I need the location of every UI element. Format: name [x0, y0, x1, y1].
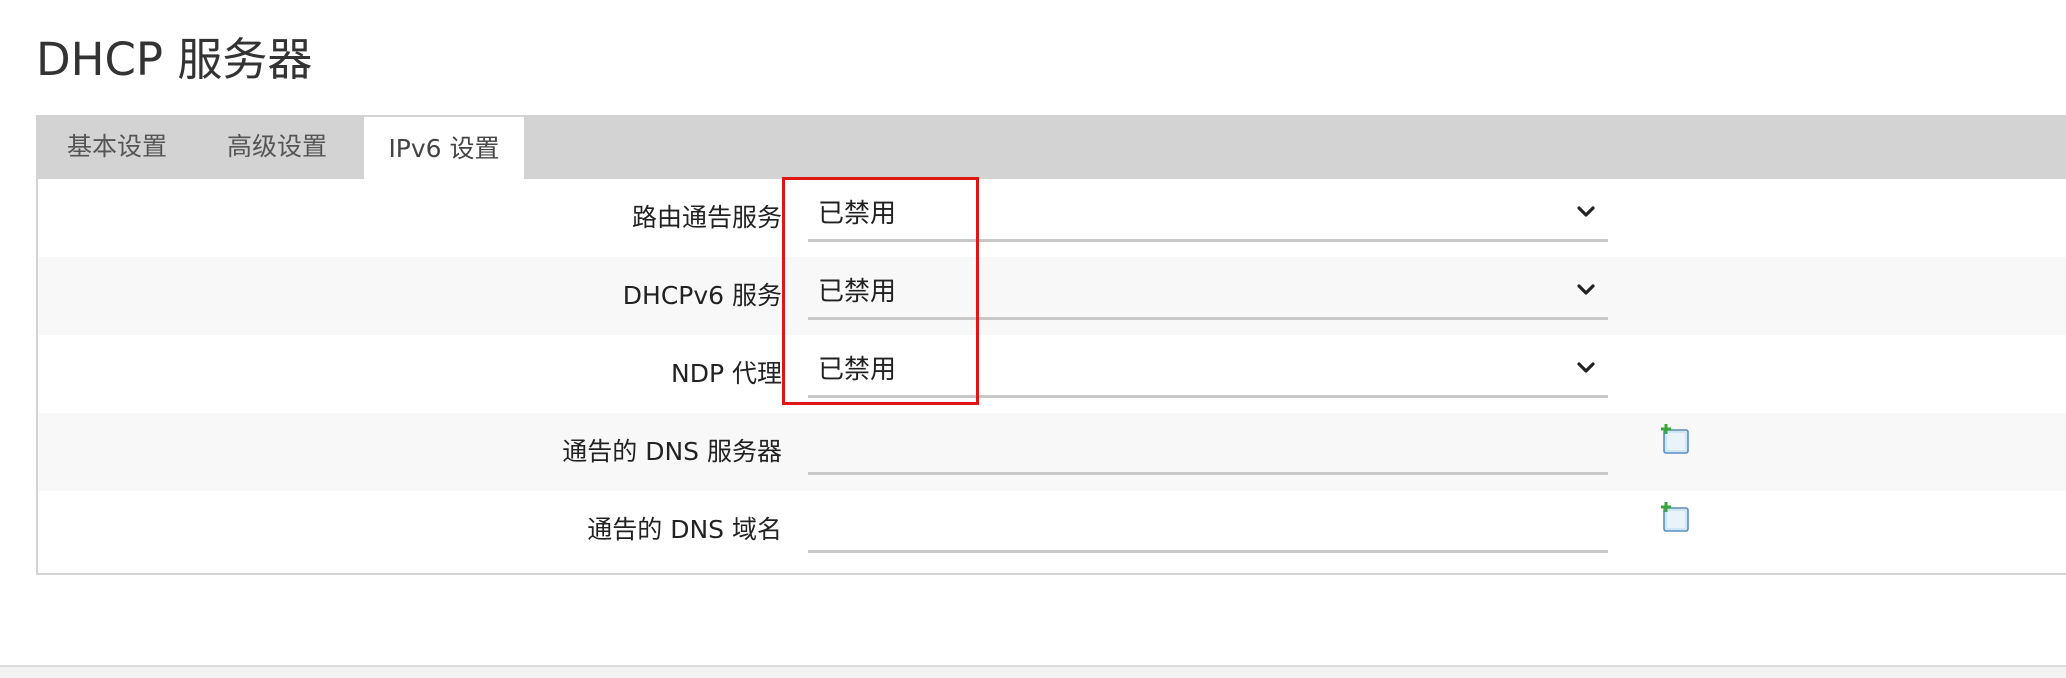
page-title: DHCP 服务器	[36, 33, 313, 86]
router-advertisement-value: 已禁用	[818, 199, 897, 229]
tab-advanced-settings[interactable]: 高级设置	[196, 115, 358, 179]
announced-dns-servers-input[interactable]	[808, 423, 1608, 475]
setting-row-router-advertisement: 路由通告服务 已禁用	[38, 179, 2066, 257]
announced-dns-domains-input[interactable]	[808, 501, 1608, 553]
chevron-down-icon	[1577, 362, 1595, 373]
router-advertisement-select[interactable]: 已禁用	[808, 189, 1608, 242]
add-entry-icon[interactable]	[1659, 502, 1691, 534]
chevron-down-icon	[1577, 284, 1595, 295]
ndp-proxy-value: 已禁用	[818, 355, 897, 385]
setting-row-announced-dns-domains: 通告的 DNS 域名	[38, 491, 2066, 569]
dhcpv6-value: 已禁用	[818, 277, 897, 307]
setting-row-announced-dns-servers: 通告的 DNS 服务器	[38, 413, 2066, 491]
router-advertisement-label: 路由通告服务	[631, 203, 782, 232]
ndp-proxy-label: NDP 代理	[671, 359, 782, 388]
setting-row-ndp-proxy: NDP 代理 已禁用	[38, 335, 2066, 413]
tab-ipv6-settings[interactable]: IPv6 设置	[364, 117, 524, 179]
tab-bar: 基本设置 高级设置 IPv6 设置	[38, 115, 2066, 179]
dhcpv6-select[interactable]: 已禁用	[808, 267, 1608, 320]
footer-shade	[0, 667, 2066, 678]
announced-dns-domains-label: 通告的 DNS 域名	[587, 515, 782, 544]
add-entry-icon[interactable]	[1659, 424, 1691, 456]
settings-panel: 基本设置 高级设置 IPv6 设置 路由通告服务 已禁用 DHCPv6 服务 已…	[36, 115, 2066, 575]
dhcpv6-label: DHCPv6 服务	[622, 281, 782, 310]
ndp-proxy-select[interactable]: 已禁用	[808, 345, 1608, 398]
announced-dns-servers-label: 通告的 DNS 服务器	[562, 437, 782, 466]
setting-row-dhcpv6: DHCPv6 服务 已禁用	[38, 257, 2066, 335]
chevron-down-icon	[1577, 206, 1595, 217]
tab-basic-settings[interactable]: 基本设置	[38, 115, 196, 179]
